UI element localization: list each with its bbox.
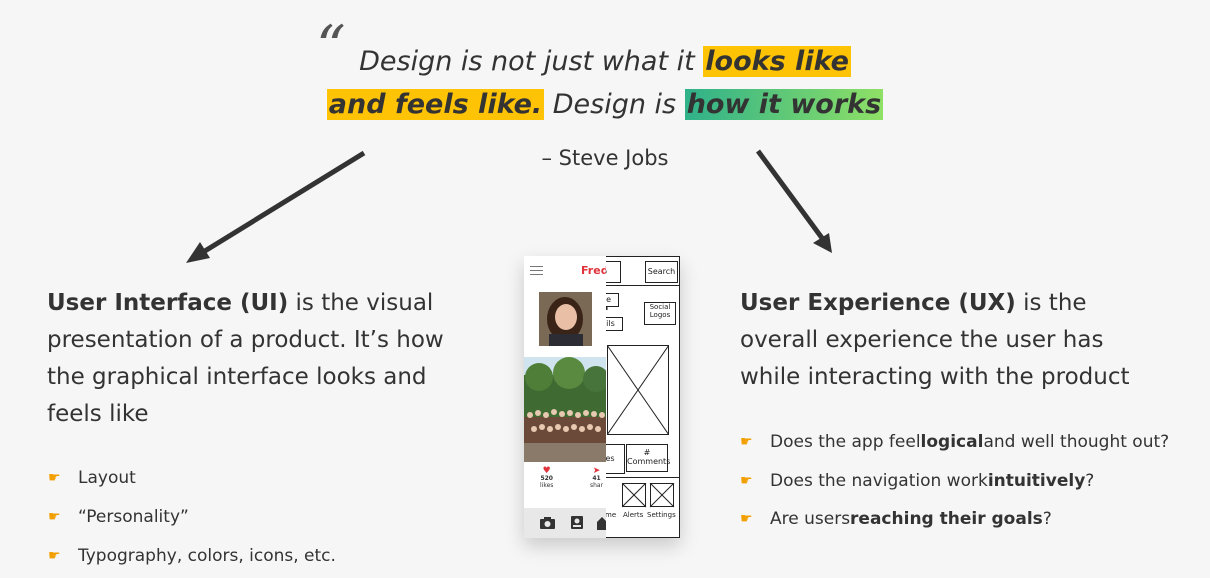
arrow-down-left-icon: [186, 150, 366, 263]
list-item-text: Does the app feel: [770, 432, 921, 453]
ux-title: User Experience (UX): [740, 290, 1016, 316]
likes-stat: ♥ 520 likes: [540, 466, 553, 490]
list-item-emphasis: intuitively: [987, 470, 1086, 491]
avatar: [539, 292, 592, 346]
ui-title: User Interface (UI): [47, 290, 289, 316]
list-item: ☛ Typography, colors, icons, etc.: [48, 536, 336, 575]
camera-icon[interactable]: [539, 516, 556, 530]
list-item: ☛ “Personality”: [48, 497, 336, 536]
group-photo: [524, 357, 606, 462]
list-item-text: “Personality”: [78, 506, 189, 527]
pointing-hand-icon: ☛: [48, 547, 61, 564]
list-item: ☛ Does the app feel logical and well thou…: [740, 423, 1169, 462]
ux-definition: User Experience (UX) is the overall expe…: [740, 285, 1170, 396]
ui-definition: User Interface (UI) is the visual presen…: [47, 285, 477, 433]
list-item-emphasis: reaching their goals: [850, 509, 1043, 530]
arrow-down-right-icon: [755, 149, 832, 253]
ui-list: ☛ Layout ☛ “Personality” ☛ Typography, colo…: [48, 458, 336, 575]
list-item-text: and well thought out?: [983, 432, 1170, 453]
wire-nav-placeholders: [622, 483, 675, 508]
shares-stat: ➤ 41 shar: [590, 466, 603, 490]
pointing-hand-icon: ☛: [48, 508, 61, 525]
pointing-hand-icon: ☛: [740, 472, 753, 489]
ux-list: ☛ Does the app feel logical and well thou…: [740, 423, 1169, 539]
tab-bar: [524, 508, 606, 538]
list-item: ☛ Does the navigation work intuitively?: [740, 462, 1169, 501]
wire-comments-box: # Comments: [626, 444, 670, 472]
pointing-hand-icon: ☛: [740, 434, 753, 451]
list-item: ☛ Layout: [48, 458, 336, 497]
wire-nav-alerts: Alerts: [623, 511, 644, 519]
wire-nav-settings: Settings: [647, 511, 676, 519]
list-item-emphasis: logical: [920, 432, 984, 453]
wire-nav-me: me: [605, 511, 617, 519]
pointing-hand-icon: ☛: [48, 469, 61, 486]
wire-search-box: Search: [645, 261, 678, 283]
wire-image-placeholder: [607, 345, 669, 435]
list-item: ☛ Are users reaching their goals?: [740, 500, 1169, 539]
list-item-text: Layout: [78, 467, 136, 488]
brand-logo: Fred: [581, 264, 606, 277]
likes-label: likes: [540, 482, 554, 490]
contact-icon[interactable]: [570, 515, 584, 530]
phone-mockup: Fred ♥ 520 likes ➤ 41 shar: [524, 256, 606, 538]
list-item-text: Typography, colors, icons, etc.: [78, 545, 336, 566]
list-item-text: ?: [1042, 509, 1052, 530]
pointing-hand-icon: ☛: [740, 511, 753, 528]
list-item-text: Does the navigation work: [770, 470, 988, 491]
home-icon[interactable]: [597, 516, 606, 530]
wire-social-box: Social Logos: [644, 302, 676, 325]
shares-label: shar: [590, 482, 604, 490]
hamburger-icon: [530, 266, 543, 278]
list-item-text: ?: [1085, 470, 1095, 491]
list-item-text: Are users: [770, 509, 851, 530]
